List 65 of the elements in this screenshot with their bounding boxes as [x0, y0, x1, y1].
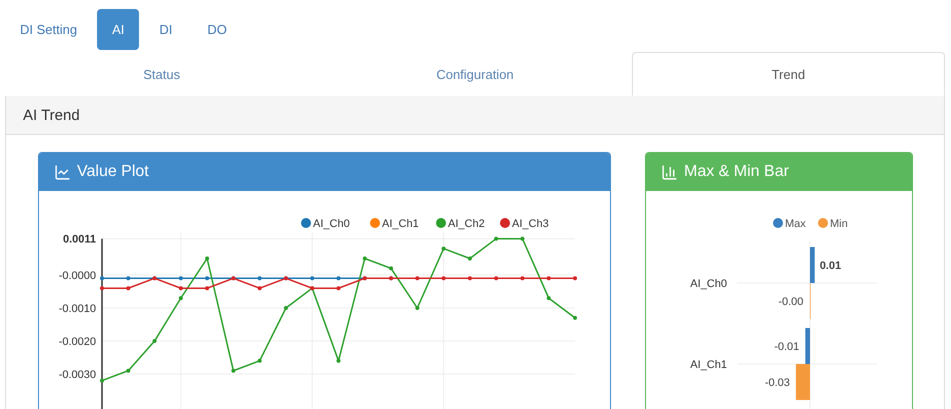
point: [178, 286, 183, 290]
point: [178, 296, 183, 300]
legend-label[interactable]: AI_Ch0: [313, 218, 350, 230]
point: [546, 296, 551, 300]
point: [336, 358, 340, 363]
tick-label: -0.0030: [58, 369, 96, 381]
point: [258, 358, 262, 363]
point: [258, 276, 262, 280]
panel-title: AI Trend: [23, 106, 80, 124]
point: [205, 276, 210, 280]
legend-label[interactable]: Max: [785, 218, 806, 230]
point: [310, 276, 314, 280]
legend-label[interactable]: AI_Ch1: [382, 218, 419, 230]
tick-label: -0.0000: [58, 270, 96, 282]
point: [284, 306, 288, 310]
point: [231, 368, 236, 373]
point: [468, 256, 472, 260]
point: [494, 276, 498, 280]
point: [126, 276, 130, 280]
point: [468, 276, 472, 280]
category-label: AI_Ch1: [690, 359, 727, 371]
tick-label: -0.0020: [58, 336, 96, 348]
point: [546, 276, 551, 280]
point: [573, 276, 577, 280]
legend-label[interactable]: AI_Ch2: [448, 218, 485, 230]
point: [415, 276, 420, 280]
point: [389, 266, 394, 270]
nav-pill[interactable]: AI: [97, 9, 140, 50]
point: [178, 276, 183, 280]
point: [126, 368, 130, 373]
nav-pill[interactable]: DO: [192, 9, 242, 50]
point: [442, 246, 446, 251]
nav-pill[interactable]: DI: [144, 9, 188, 50]
point: [415, 306, 420, 310]
tick-label: -0.0010: [58, 303, 96, 315]
bar-chart-icon: [661, 164, 678, 180]
tick-label: 0.0011: [62, 234, 96, 246]
bar-value-label: -0.03: [764, 377, 790, 389]
line-chart-icon: [54, 164, 71, 180]
tab[interactable]: Trend: [632, 52, 945, 96]
category-label: AI_Ch0: [690, 278, 727, 290]
point: [336, 276, 340, 280]
point: [362, 256, 367, 260]
point: [205, 286, 210, 290]
point: [152, 339, 157, 343]
point: [336, 286, 340, 290]
point: [573, 316, 577, 320]
bar-value-label: -0.01: [774, 341, 800, 353]
nav-pill[interactable]: DI Setting: [5, 9, 92, 50]
point: [100, 276, 104, 280]
bar-value-label: 0.01: [820, 260, 842, 272]
point: [494, 236, 498, 241]
point: [520, 236, 524, 241]
point: [520, 276, 524, 280]
card-title: Value Plot: [77, 163, 149, 181]
point: [205, 256, 210, 260]
bar-value-label: -0.00: [778, 296, 804, 308]
point: [100, 378, 104, 383]
legend-label[interactable]: AI_Ch3: [512, 218, 549, 230]
legend-label[interactable]: Min: [830, 218, 848, 230]
point: [258, 286, 262, 290]
point: [126, 286, 130, 290]
point: [442, 276, 446, 280]
card-title: Max & Min Bar: [684, 163, 789, 181]
point: [100, 286, 104, 290]
